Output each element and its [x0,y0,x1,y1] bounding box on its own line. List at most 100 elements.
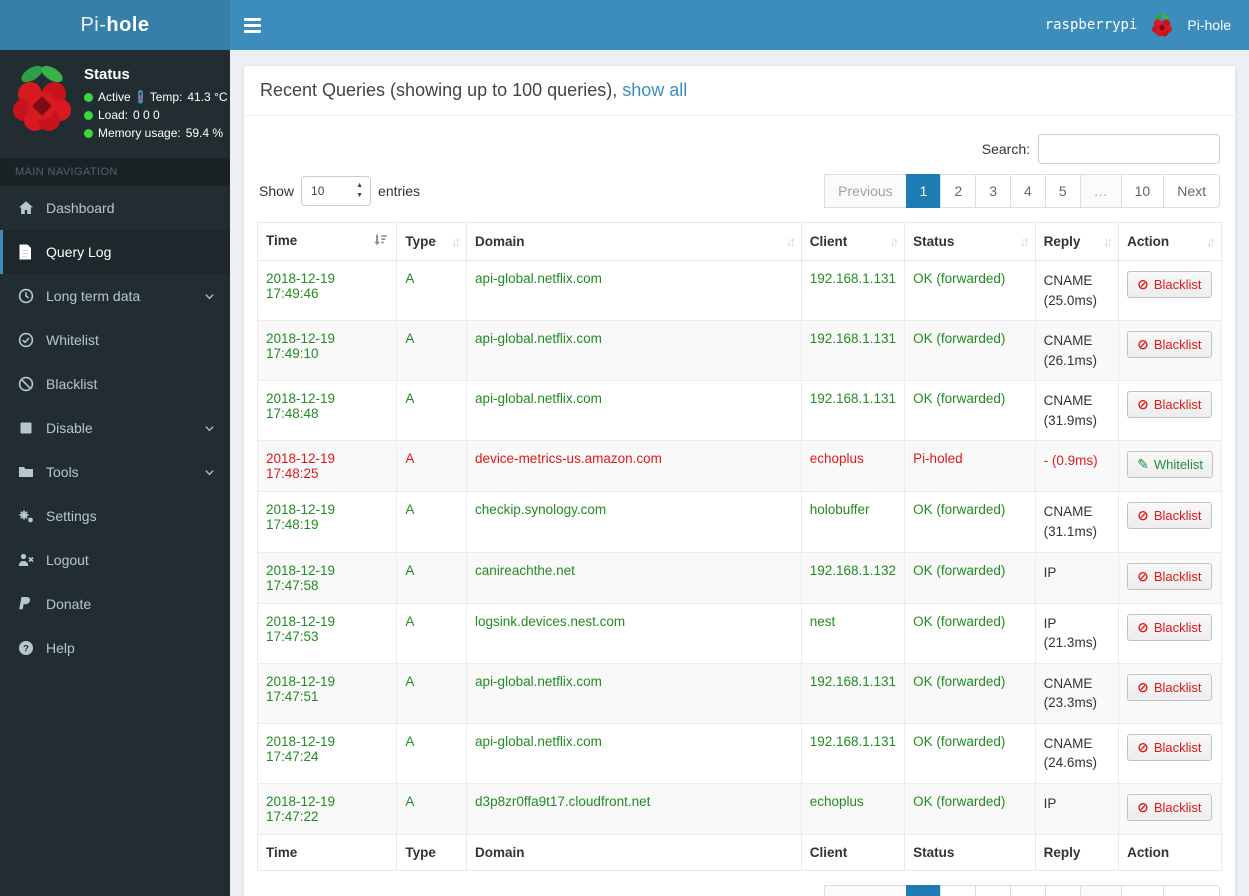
sidebar-item-help[interactable]: ? Help [0,626,230,670]
query-type[interactable]: A [396,259,468,322]
query-type[interactable]: A [396,782,468,835]
page-size-select[interactable]: 10 [301,176,372,206]
col-header-action[interactable]: Action [1118,222,1222,261]
col-header-reply[interactable]: Reply [1034,222,1120,261]
page-button[interactable]: 5 [1044,174,1081,208]
show-all-link[interactable]: show all [622,80,687,100]
query-client[interactable]: 192.168.1.131 [800,380,906,442]
col-header-status[interactable]: Status [904,222,1036,261]
page-button[interactable]: Next [1163,174,1220,208]
query-type[interactable]: A [396,320,468,382]
sidebar-item-disable[interactable]: Disable [0,406,230,450]
query-domain[interactable]: device-metrics-us.amazon.com [466,440,802,493]
query-type[interactable]: A [396,380,468,442]
page-button[interactable]: 10 [1120,174,1165,208]
col-header-client[interactable]: Client [800,222,906,261]
action-button[interactable]: Blacklist [1127,562,1212,590]
page-button[interactable]: … [1079,174,1122,208]
sidebar-item-donate[interactable]: Donate [0,582,230,626]
page-button[interactable]: … [1079,884,1122,896]
page-button[interactable]: 4 [1010,884,1046,896]
sidebar-item-long-term-data[interactable]: Long term data [0,274,230,318]
action-button[interactable]: Blacklist [1127,673,1212,701]
query-type[interactable]: A [396,602,468,664]
query-type[interactable]: A [396,722,468,784]
query-client[interactable]: nest [800,602,906,664]
table-row: 2018-12-19 17:47:51 A api-global.netflix… [256,662,1222,724]
action-button[interactable]: Blacklist [1127,271,1212,298]
query-time: 2018-12-19 17:48:25 [256,440,398,493]
footer-col-time: Time [256,833,398,871]
sidebar-item-label: Query Log [46,244,112,260]
query-client[interactable]: 192.168.1.131 [800,662,906,724]
query-domain[interactable]: d3p8zr0ffa9t17.cloudfront.net [466,782,802,835]
query-domain[interactable]: api-global.netflix.com [466,320,802,382]
action-button[interactable]: Blacklist [1127,391,1212,419]
query-domain[interactable]: api-global.netflix.com [466,380,802,442]
sidebar-item-logout[interactable]: Logout [0,538,230,582]
action-button[interactable]: Blacklist [1127,502,1212,530]
query-type[interactable]: A [396,551,468,604]
sidebar-item-settings[interactable]: Settings [0,494,230,538]
action-button[interactable]: Blacklist [1127,613,1212,641]
page-button[interactable]: 3 [975,884,1012,896]
sidebar-item-dashboard[interactable]: Dashboard [0,186,230,230]
query-domain[interactable]: canireachthe.net [466,551,802,604]
query-domain[interactable]: api-global.netflix.com [466,662,802,724]
query-domain[interactable]: api-global.netflix.com [466,259,802,322]
page-button[interactable]: 5 [1044,884,1081,896]
query-status: Pi-holed [904,440,1036,493]
action-button[interactable]: Whitelist [1127,451,1213,479]
spinner-arrows-icon [356,181,363,201]
query-client[interactable]: echoplus [800,782,906,835]
footer-col-domain: Domain [466,833,802,871]
query-reply: CNAME (25.0ms) [1034,259,1120,322]
query-domain[interactable]: api-global.netflix.com [466,722,802,784]
action-button[interactable]: Blacklist [1127,733,1212,761]
query-client[interactable]: 192.168.1.132 [800,551,906,604]
page-button[interactable]: 2 [940,884,977,896]
query-client[interactable]: holobuffer [800,491,906,553]
page-button[interactable]: 2 [940,174,977,208]
sidebar-item-query-log[interactable]: Query Log [0,230,230,274]
query-client[interactable]: 192.168.1.131 [800,722,906,784]
action-button[interactable]: Blacklist [1127,793,1212,821]
sidebar-toggle-icon[interactable] [230,0,274,50]
query-client[interactable]: 192.168.1.131 [800,259,906,322]
query-client[interactable]: echoplus [800,440,906,493]
page-button[interactable]: Previous [824,174,907,208]
query-client[interactable]: 192.168.1.131 [800,320,906,382]
col-header-type[interactable]: Type [396,222,468,261]
sidebar-item-label: Whitelist [46,332,99,348]
query-action-cell: Blacklist [1118,662,1222,724]
query-time: 2018-12-19 17:47:53 [256,602,398,664]
page-button[interactable]: 10 [1120,884,1165,896]
query-domain[interactable]: logsink.devices.nest.com [466,602,802,664]
query-reply: CNAME (31.9ms) [1034,380,1120,442]
query-type[interactable]: A [396,662,468,724]
sidebar-item-tools[interactable]: Tools [0,450,230,494]
sidebar-item-blacklist[interactable]: Blacklist [0,362,230,406]
page-button[interactable]: 1 [905,174,942,208]
col-header-domain[interactable]: Domain [466,222,802,261]
action-button[interactable]: Blacklist [1127,331,1212,359]
page-button[interactable]: Previous [824,884,907,896]
page-button[interactable]: 1 [905,884,942,896]
action-icon [1137,739,1149,756]
table-row: 2018-12-19 17:48:19 A checkip.synology.c… [256,491,1222,553]
query-type[interactable]: A [396,440,468,493]
page-button[interactable]: 4 [1010,174,1046,208]
query-domain[interactable]: checkip.synology.com [466,491,802,553]
sidebar-item-whitelist[interactable]: Whitelist [0,318,230,362]
page-button[interactable]: 3 [975,174,1012,208]
app-label[interactable]: Pi-hole [1187,17,1231,33]
page-button[interactable]: Next [1163,884,1220,896]
search-input[interactable] [1038,134,1220,164]
col-header-time[interactable]: Time [256,222,398,261]
footer-col-action: Action [1118,833,1222,871]
table-row: 2018-12-19 17:49:46 A api-global.netflix… [256,259,1222,322]
query-status: OK (forwarded) [904,551,1036,604]
query-time: 2018-12-19 17:47:58 [256,551,398,604]
sort-desc-icon [373,233,388,250]
query-type[interactable]: A [396,491,468,553]
